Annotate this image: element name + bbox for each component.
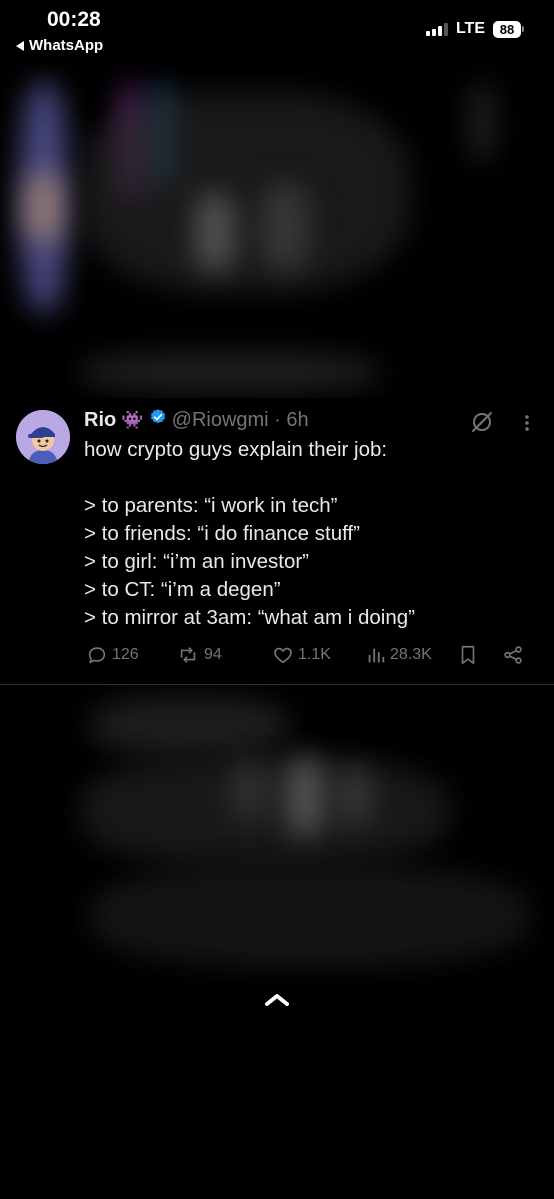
- blurred-content-top: [0, 62, 554, 398]
- share-button[interactable]: [502, 644, 524, 666]
- like-count: 1.1K: [298, 646, 331, 663]
- tweet-divider: [0, 684, 554, 685]
- handle-and-time: @Riowgmi · 6h: [171, 408, 309, 431]
- network-type: LTE: [455, 20, 485, 37]
- battery-level: 88: [493, 20, 521, 38]
- back-app-label: WhatsApp: [29, 37, 104, 54]
- like-button[interactable]: 1.1K: [272, 644, 331, 666]
- status-time: 00:28: [47, 8, 101, 31]
- tweet-line: > to mirror at 3am: “what am i doing”: [84, 606, 415, 629]
- tweet-text: how crypto guys explain their job: > to …: [84, 436, 544, 632]
- back-arrow-icon: [16, 40, 24, 51]
- tweet-line: > to parents: “i work in tech”: [84, 494, 338, 517]
- more-options-icon[interactable]: [524, 414, 530, 437]
- reply-button[interactable]: 126: [86, 644, 139, 666]
- share-icon: [504, 646, 522, 664]
- repost-count: 94: [204, 646, 222, 663]
- chevron-up-icon[interactable]: [263, 990, 291, 1013]
- tweet-line: > to girl: “i’m an investor”: [84, 550, 309, 573]
- grok-icon[interactable]: [470, 410, 494, 439]
- reply-count: 126: [112, 646, 139, 663]
- tweet-line: how crypto guys explain their job:: [84, 438, 388, 461]
- back-to-app-link[interactable]: WhatsApp: [16, 37, 103, 54]
- blurred-content-bottom: [0, 686, 554, 986]
- repost-button[interactable]: 94: [176, 644, 222, 666]
- tweet-header: Rio 👾 @Riowgmi · 6h: [84, 408, 309, 432]
- reply-icon: [88, 647, 106, 664]
- status-indicators: LTE 88: [425, 20, 524, 38]
- view-count: 28.3K: [390, 646, 432, 663]
- repost-icon: [180, 647, 196, 663]
- tweet-card[interactable]: Rio 👾 @Riowgmi · 6h how crypto guys expla…: [0, 398, 554, 684]
- views-icon: [368, 648, 385, 663]
- bookmark-button[interactable]: [458, 644, 478, 666]
- avatar[interactable]: [16, 410, 70, 464]
- heart-icon: [274, 647, 292, 664]
- battery-icon: 88: [493, 20, 524, 38]
- bookmark-icon: [461, 645, 475, 665]
- verified-badge-icon: [149, 408, 167, 432]
- alien-emoji-icon: 👾: [121, 409, 144, 430]
- tweet-actions: 126 94 1.1K 28.3K: [84, 644, 534, 668]
- status-bar: 00:28 WhatsApp LTE 88: [0, 0, 554, 62]
- display-name[interactable]: Rio: [84, 409, 116, 432]
- tweet-line: > to CT: “i’m a degen”: [84, 578, 281, 601]
- signal-strength-icon: [425, 22, 448, 36]
- tweet-line: > to friends: “i do finance stuff”: [84, 522, 360, 545]
- views-button[interactable]: 28.3K: [366, 644, 432, 666]
